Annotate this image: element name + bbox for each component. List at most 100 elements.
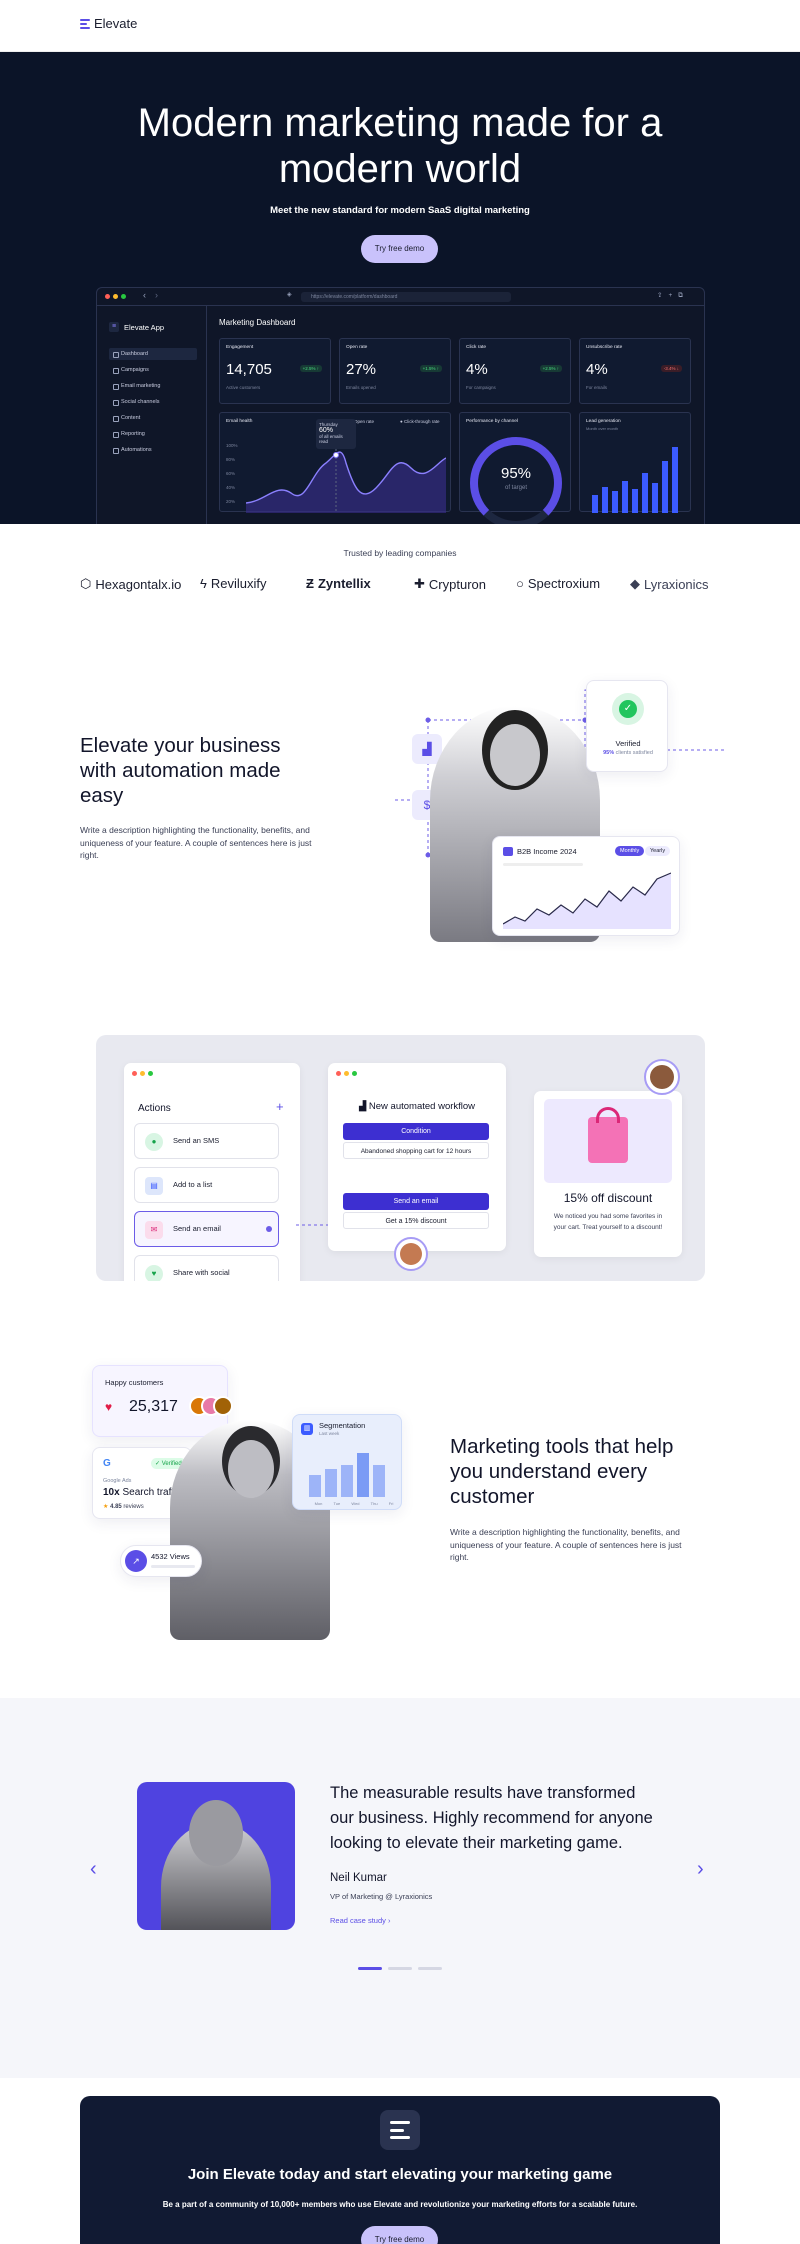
heart-icon: ♥ — [145, 1265, 163, 1281]
logo-zyntellix: Ƶ Zyntellix — [306, 576, 371, 591]
delta-badge: +2.5% ↑ — [299, 365, 322, 372]
maximize-dot[interactable] — [121, 294, 126, 299]
add-action-icon[interactable]: + — [276, 1099, 284, 1114]
happy-customers-count: 25,317 — [129, 1398, 178, 1415]
hero-subtitle: Meet the new standard for modern SaaS di… — [270, 205, 530, 216]
feature2-description: Write a description highlighting the fun… — [450, 1527, 682, 1562]
star-icon: ★ — [103, 1504, 109, 1510]
cta-subtitle: Be a part of a community of 10,000+ memb… — [162, 2200, 638, 2209]
logo-lyraxionics: ◆ Lyraxionics — [630, 576, 709, 592]
carousel-dot[interactable] — [388, 1967, 412, 1970]
app-browser-window: ‹ › ◈ https://elevate.com/platform/dashb… — [96, 287, 705, 524]
flow-icon: ▟ — [358, 1101, 367, 1112]
unsubscribe-rate-card: Unsubscribe rate 4% For emails -3.4% ↓ — [579, 338, 691, 404]
condition-text[interactable]: Abandoned shopping cart for 12 hours — [343, 1142, 489, 1159]
carousel-dot-active[interactable] — [358, 1967, 382, 1970]
offer-step[interactable]: Get a 15% discount — [343, 1212, 489, 1229]
legend-click: ● Click-through rate — [400, 419, 440, 424]
avatar — [213, 1396, 233, 1416]
hero-demo-button[interactable]: Try free demo — [361, 235, 438, 263]
app-sidebar: ≡ Elevate App Dashboard Campaigns Email … — [97, 306, 207, 524]
logo-hexagontalx: ⬡ Hexagontalx.io — [80, 576, 182, 592]
logo-crypturon: ✚ Crypturon — [414, 576, 486, 592]
income-chart-widget: B2B Income 2024 Monthly Yearly — [492, 836, 680, 936]
income-chart — [503, 872, 671, 929]
workflow-panel: Actions + ● Send an SMS ▤ Add to a list ✉ S… — [96, 1035, 705, 1281]
segmentation-widget: ▥ Segmentation Last week Mon Tue Wed Thu Fri — [292, 1414, 402, 1510]
cross-circle-icon: ✚ — [414, 576, 425, 591]
open-rate-card: Open rate 27% Emails opened +1.5% ↑ — [339, 338, 451, 404]
logo-reviluxify: ϟ Reviluxify — [200, 576, 267, 591]
feature2-title: Marketing tools that help you understand … — [450, 1435, 674, 1508]
chart-tooltip: Thursday 60% of all emails read — [316, 419, 356, 449]
sidebar-item-content[interactable]: Content — [109, 412, 197, 424]
testimonial-quote: The measurable results have transformed o… — [330, 1784, 653, 1852]
workflow-card: ▟ New automated workflow Condition Aband… — [328, 1063, 506, 1251]
case-study-link[interactable]: Read case study › — [330, 1916, 390, 1925]
back-icon[interactable]: ‹ — [143, 290, 146, 300]
check-circle-icon: ✓ — [612, 693, 644, 725]
cta-title: Join Elevate today and start elevating y… — [187, 2166, 613, 2183]
action-send-email[interactable]: ✉ Send an email — [134, 1211, 279, 1247]
cta-demo-button[interactable]: Try free demo — [361, 2226, 438, 2244]
prev-arrow-icon[interactable]: ‹ — [90, 1858, 97, 1881]
forward-icon[interactable]: › — [155, 290, 158, 300]
lead-generation-chart — [592, 447, 678, 513]
action-add-to-list[interactable]: ▤ Add to a list — [134, 1167, 279, 1203]
performance-card: Performance by channel 95% of target — [459, 412, 571, 524]
app-brand: ≡ Elevate App — [109, 322, 164, 332]
bar-chart-icon: ▥ — [301, 1423, 313, 1435]
shopping-bag-illustration — [544, 1099, 672, 1183]
action-share-social[interactable]: ♥ Share with social — [134, 1255, 279, 1281]
tab-yearly[interactable]: Yearly — [645, 846, 671, 856]
send-email-step[interactable]: Send an email — [343, 1193, 489, 1210]
testimonial-role: VP of Marketing @ Lyraxionics — [330, 1892, 433, 1901]
elevate-logo-icon — [80, 18, 90, 29]
cta-section: Join Elevate today and start elevating y… — [80, 2096, 720, 2244]
trusted-label: Trusted by leading companies — [343, 548, 457, 558]
heart-icon: ♥ — [105, 1400, 113, 1414]
diamond-icon: ◆ — [630, 576, 640, 591]
lead-generation-card: Lead generation Month over month — [579, 412, 691, 513]
google-icon: G — [103, 1458, 111, 1469]
y-axis-ticks: 100% 80% 60% 40% 20% — [226, 443, 238, 504]
sidebar-item-campaigns[interactable]: Campaigns — [109, 364, 197, 376]
action-send-sms[interactable]: ● Send an SMS — [134, 1123, 279, 1159]
carousel-dot[interactable] — [418, 1967, 442, 1970]
testimonial-name: Neil Kumar — [330, 1872, 387, 1884]
avatar — [644, 1059, 680, 1095]
brand-name: Elevate — [94, 16, 138, 31]
next-arrow-icon[interactable]: › — [697, 1858, 704, 1881]
z-icon: Ƶ — [306, 576, 314, 591]
browser-actions-icon[interactable]: ⇪+⧉ — [657, 291, 689, 300]
condition-header: Condition — [343, 1123, 489, 1140]
close-dot[interactable] — [105, 294, 110, 299]
logo-spectroxium: ○ Spectroxium — [516, 576, 601, 591]
delta-badge: -3.4% ↓ — [660, 365, 682, 372]
minimize-dot[interactable] — [113, 294, 118, 299]
email-health-card: Email health ● Open rate ● Click-through… — [219, 412, 451, 513]
sidebar-item-dashboard[interactable]: Dashboard — [109, 348, 197, 360]
workflow-title: ▟ New automated workflow — [358, 1101, 476, 1112]
delta-badge: +2.5% ↑ — [539, 365, 562, 372]
actions-card: Actions + ● Send an SMS ▤ Add to a list ✉ S… — [124, 1063, 300, 1281]
sidebar-item-email[interactable]: Email marketing — [109, 380, 197, 392]
face-shape — [228, 1440, 274, 1498]
tab-monthly[interactable]: Monthly — [615, 846, 645, 856]
browser-toolbar: ‹ › ◈ https://elevate.com/platform/dashb… — [97, 288, 704, 306]
testimonial-section — [0, 1698, 800, 2078]
address-bar[interactable]: https://elevate.com/platform/dashboard — [301, 292, 511, 302]
shield-icon: ◈ — [287, 292, 292, 298]
face-shape — [490, 724, 540, 786]
app-logo-icon: ≡ — [109, 322, 119, 332]
top-nav: Elevate — [0, 0, 800, 52]
sidebar-item-automations[interactable]: Automations — [109, 444, 197, 456]
trend-icon: ↗ — [125, 1550, 147, 1572]
hero-section: Modern marketing made for a modern world … — [0, 52, 800, 524]
ring-icon: ○ — [516, 576, 524, 591]
brand-logo[interactable]: Elevate — [80, 16, 137, 31]
bolt-icon: ϟ — [200, 576, 207, 591]
hero-title: Modern marketing made for a modern world — [137, 101, 663, 191]
sidebar-item-social[interactable]: Social channels — [109, 396, 197, 408]
sidebar-item-reporting[interactable]: Reporting — [109, 428, 197, 440]
